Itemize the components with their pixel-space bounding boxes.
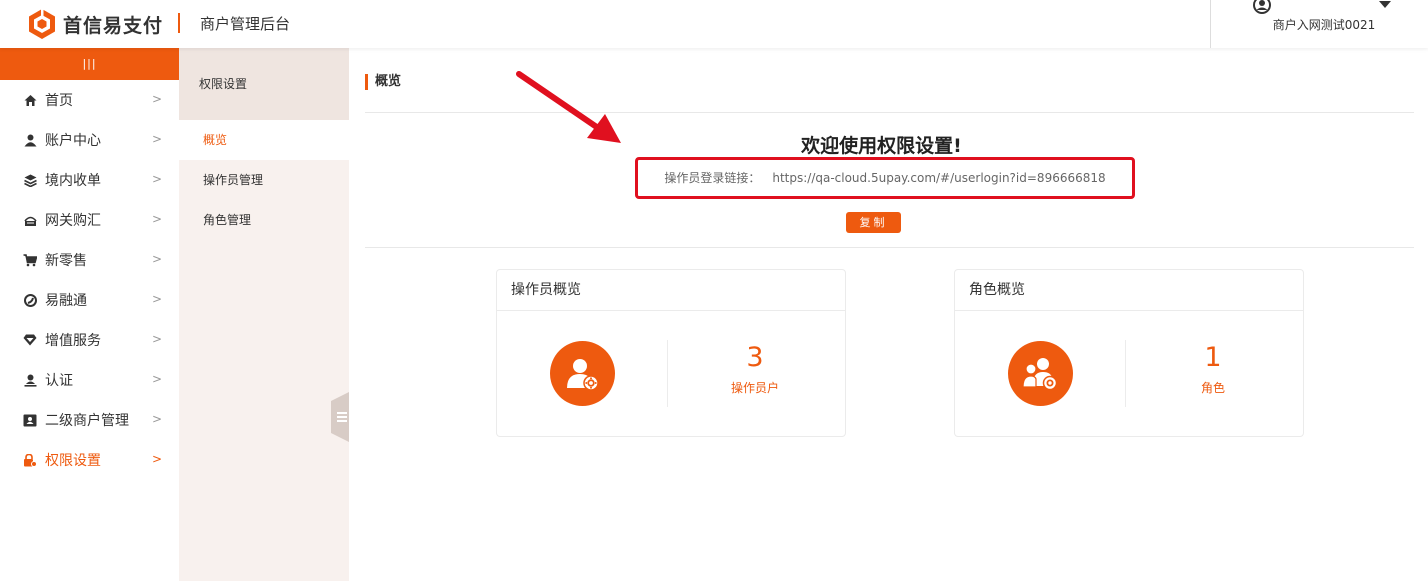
copy-button[interactable]: 复制 — [846, 212, 901, 233]
chevron-right-icon: > — [152, 172, 163, 186]
breadcrumb: 概览 — [365, 74, 401, 90]
role-count: 1 — [1204, 342, 1222, 373]
page: 首信易支付 商户管理后台 商户入网测试0021 ||| 首页 > 账户中心 > … — [0, 0, 1428, 581]
sidebar-item-gateway[interactable]: 网关购汇 > — [0, 200, 179, 240]
sidebar-item-label: 账户中心 — [45, 133, 101, 149]
permission-icon — [23, 453, 37, 467]
sidebar-item-label: 网关购汇 — [45, 213, 101, 229]
operator-count-label: 操作员户 — [730, 381, 779, 395]
operator-overview-card: 操作员概览 3 操作员户 — [496, 269, 846, 437]
chevron-right-icon: > — [152, 452, 163, 466]
role-count-label: 角色 — [1200, 381, 1225, 395]
logo-mark-icon — [29, 9, 55, 39]
logo-text: 首信易支付 — [63, 14, 164, 37]
user-menu[interactable]: 商户入网测试0021 — [1210, 0, 1428, 48]
sidebar-item-acquiring[interactable]: 境内收单 > — [0, 160, 179, 200]
app-title: 商户管理后台 — [200, 15, 291, 33]
role-overview-card: 角色概览 1 角色 — [954, 269, 1304, 437]
menu-icon — [337, 412, 347, 422]
merchant-card-icon — [23, 413, 37, 427]
sidebar-item-permission[interactable]: 权限设置 > — [0, 440, 179, 480]
card-title: 操作员概览 — [497, 270, 845, 311]
sidebar-item-sub-merchant[interactable]: 二级商户管理 > — [0, 400, 179, 440]
certify-icon — [23, 373, 37, 387]
sub-item-operator-management[interactable]: 操作员管理 — [179, 160, 349, 200]
sidebar-item-label: 权限设置 — [45, 453, 101, 469]
caret-down-icon[interactable] — [1379, 1, 1391, 8]
chevron-right-icon: > — [152, 212, 163, 226]
logo[interactable]: 首信易支付 — [26, 6, 163, 42]
sidebar-item-label: 二级商户管理 — [45, 413, 129, 429]
finance-icon — [23, 293, 37, 307]
cart-icon — [23, 253, 37, 267]
sidebar-item-label: 首页 — [45, 93, 73, 109]
layers-icon — [23, 173, 37, 187]
sub-item-role-management[interactable]: 角色管理 — [179, 200, 349, 240]
sidebar-item-label: 认证 — [45, 373, 73, 389]
sidebar-item-value-added[interactable]: 增值服务 > — [0, 320, 179, 360]
sidebar-item-label: 新零售 — [45, 253, 87, 269]
card-title: 角色概览 — [955, 270, 1303, 311]
chevron-right-icon: > — [152, 412, 163, 426]
header-separator — [178, 13, 180, 33]
chevron-right-icon: > — [152, 252, 163, 266]
sidebar-item-label: 增值服务 — [45, 333, 101, 349]
sidebar-item-label: 易融通 — [45, 293, 87, 309]
login-link-url[interactable]: https://qa-cloud.5upay.com/#/userlogin?i… — [772, 171, 1105, 185]
sidebar-toggle-button[interactable]: ||| — [0, 48, 179, 80]
sidebar-item-finance[interactable]: 易融通 > — [0, 280, 179, 320]
divider — [365, 247, 1414, 248]
main-content: 概览 欢迎使用权限设置! 操作员登录链接： https://qa-cloud.5u… — [349, 48, 1428, 581]
chevron-right-icon: > — [152, 132, 163, 146]
chevron-right-icon: > — [152, 372, 163, 386]
login-link-box: 操作员登录链接： https://qa-cloud.5upay.com/#/use… — [635, 157, 1135, 199]
chevron-right-icon: > — [152, 292, 163, 306]
home-icon — [23, 93, 37, 107]
sidebar-item-home[interactable]: 首页 > — [0, 80, 179, 120]
main-sidebar: ||| 首页 > 账户中心 > 境内收单 > 网关购汇 > 新零售 > 易融通 … — [0, 48, 179, 581]
role-group-icon — [1008, 341, 1073, 406]
sidebar-item-account[interactable]: 账户中心 > — [0, 120, 179, 160]
login-link-label: 操作员登录链接： — [664, 171, 761, 185]
chevron-right-icon: > — [152, 332, 163, 346]
welcome-heading: 欢迎使用权限设置! — [801, 135, 962, 157]
user-avatar-icon — [1253, 0, 1271, 14]
sidebar-item-certify[interactable]: 认证 > — [0, 360, 179, 400]
sidebar-item-retail[interactable]: 新零售 > — [0, 240, 179, 280]
gateway-icon — [23, 213, 37, 227]
operator-settings-icon — [550, 341, 615, 406]
user-name: 商户入网测试0021 — [1272, 18, 1376, 32]
diamond-icon — [23, 333, 37, 347]
user-icon — [23, 133, 37, 147]
top-header: 首信易支付 商户管理后台 商户入网测试0021 — [0, 0, 1428, 48]
sidebar-item-label: 境内收单 — [45, 173, 101, 189]
operator-count: 3 — [746, 342, 764, 373]
sub-sidebar: 权限设置 概览 操作员管理 角色管理 — [179, 48, 349, 581]
chevron-right-icon: > — [152, 92, 163, 106]
sub-item-overview[interactable]: 概览 — [179, 120, 349, 160]
sub-sidebar-title: 权限设置 — [179, 48, 349, 120]
